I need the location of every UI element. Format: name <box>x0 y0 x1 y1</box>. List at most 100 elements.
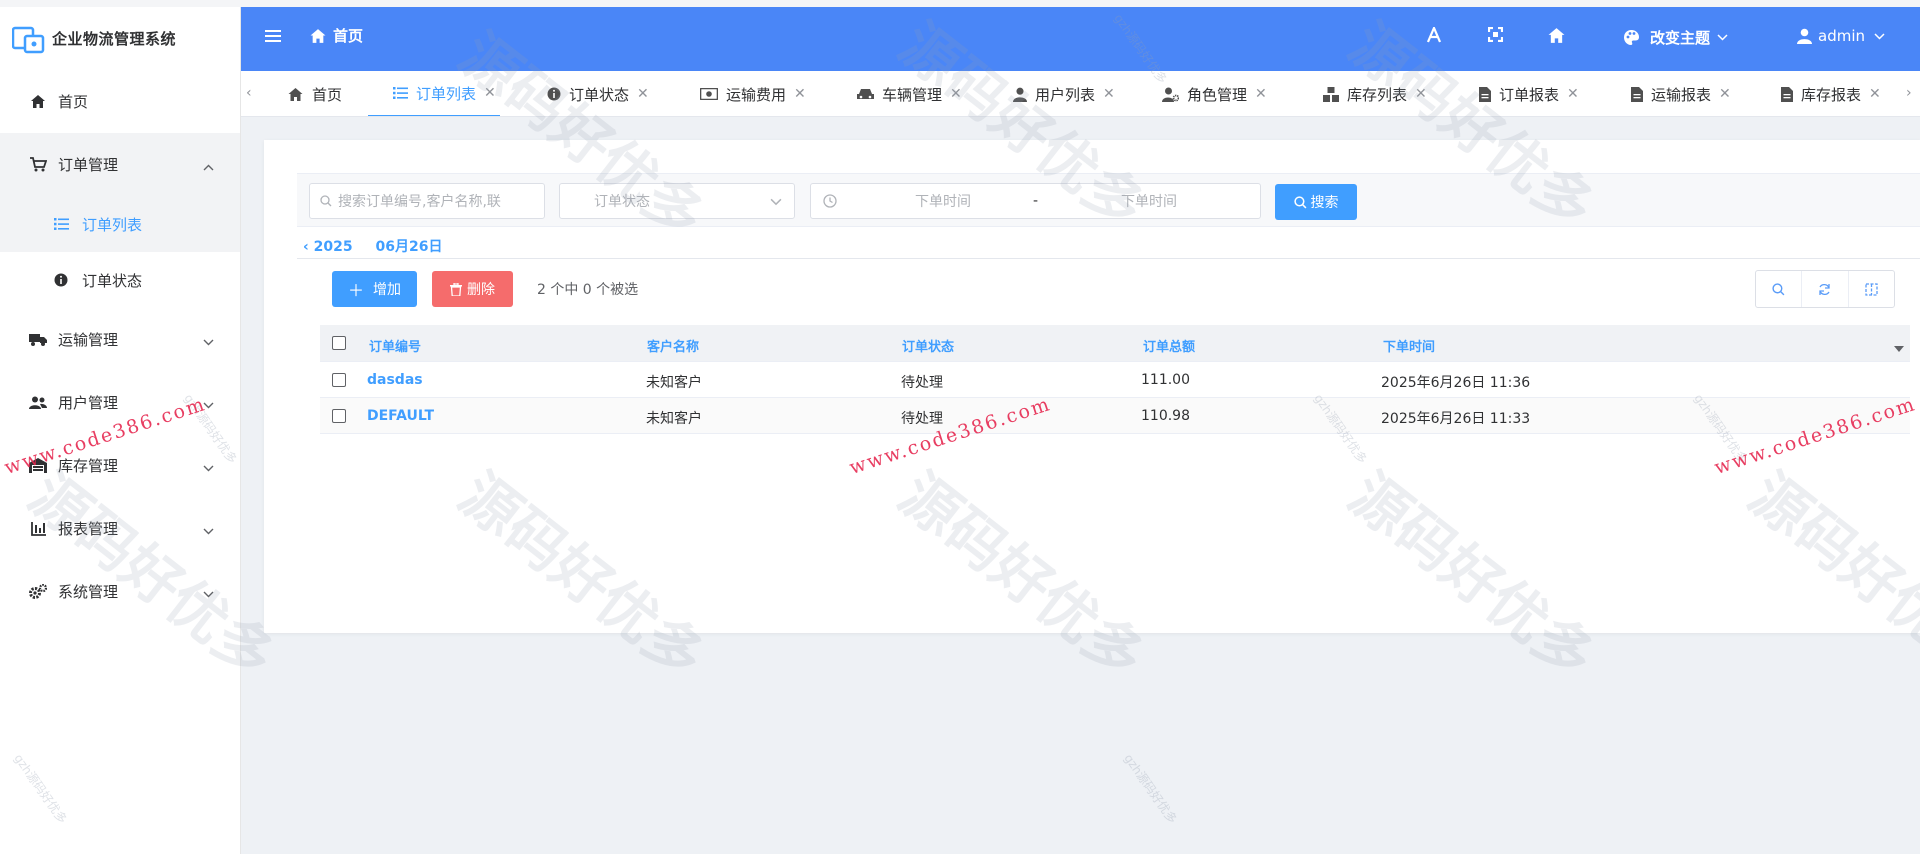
sidebar-item-system-management[interactable]: 系统管理 <box>0 560 240 623</box>
table-row[interactable]: dasdas 未知客户 待处理 111.00 2025年6月26日 11:36 <box>320 362 1910 398</box>
home-icon[interactable] <box>1547 27 1566 48</box>
sidebar-item-home[interactable]: 首页 <box>0 70 240 133</box>
close-icon[interactable]: ✕ <box>1255 86 1267 102</box>
home-icon <box>310 28 326 43</box>
chart-icon <box>28 521 48 536</box>
table-tools <box>1755 270 1895 308</box>
fullscreen-icon[interactable] <box>1487 26 1504 46</box>
sidebar-item-label: 首页 <box>58 93 89 111</box>
font-size-icon[interactable] <box>1426 25 1442 47</box>
date-nav-day[interactable]: 06月26日 <box>375 239 442 255</box>
delete-order-button[interactable]: 删除 <box>432 271 513 307</box>
order-no-link[interactable]: dasdas <box>367 372 423 388</box>
close-icon[interactable]: ✕ <box>1869 86 1881 102</box>
tab-transport-report[interactable]: 运输报表 ✕ <box>1631 71 1731 116</box>
table-row[interactable]: DEFAULT 未知客户 待处理 110.98 2025年6月26日 11:33 <box>320 398 1910 434</box>
app-logo[interactable]: 企业物流管理系统 <box>0 7 240 70</box>
theme-switcher[interactable]: 改变主题 <box>1623 27 1728 48</box>
select-all-checkbox[interactable] <box>332 336 346 350</box>
close-icon[interactable]: ✕ <box>950 86 962 102</box>
tabs-scroll-left-icon[interactable]: ‹ <box>246 85 252 101</box>
tab-role-management[interactable]: 角色管理 ✕ <box>1162 71 1267 116</box>
cogs-icon <box>28 584 48 599</box>
tab-user-list[interactable]: 用户列表 ✕ <box>1013 71 1115 116</box>
order-no-link[interactable]: DEFAULT <box>367 408 434 424</box>
search-toggle-button[interactable] <box>1756 271 1803 307</box>
total-cell: 110.98 <box>1141 408 1190 424</box>
sidebar-item-label: 订单管理 <box>58 156 119 174</box>
tab-inventory-report[interactable]: 库存报表 ✕ <box>1781 71 1881 116</box>
close-icon[interactable]: ✕ <box>1719 86 1731 102</box>
chevron-down-icon <box>203 332 214 350</box>
sidebar-item-order-management[interactable]: 订单管理 <box>0 133 240 196</box>
keyword-search-input[interactable]: 搜索订单编号,客户名称,联 <box>309 183 545 219</box>
sort-desc-icon[interactable] <box>1894 338 1904 356</box>
palette-icon <box>1624 30 1639 45</box>
user-cog-icon <box>1162 87 1179 102</box>
search-button[interactable]: 搜索 <box>1275 184 1357 220</box>
tab-label: 订单列表 <box>416 84 477 103</box>
chevron-down-icon <box>203 521 214 539</box>
order-date-range-picker[interactable]: 下单时间 - 下单时间 <box>810 183 1261 219</box>
column-header-order-time[interactable]: 下单时间 <box>1383 336 1435 355</box>
divider <box>297 258 1920 259</box>
date-nav-year[interactable]: ‹ 2025 <box>303 239 353 255</box>
date-start-placeholder: 下单时间 <box>915 194 971 210</box>
tab-vehicle-management[interactable]: 车辆管理 ✕ <box>857 71 962 116</box>
breadcrumb-label: 首页 <box>333 27 364 45</box>
add-button-label: 增加 <box>373 282 401 298</box>
sidebar-item-label: 用户管理 <box>58 394 119 412</box>
sidebar-item-inventory-management[interactable]: 库存管理 <box>0 434 240 497</box>
add-order-button[interactable]: ＋ 增加 <box>332 271 417 307</box>
user-avatar-icon <box>1797 28 1812 44</box>
hamburger-menu-icon[interactable] <box>265 29 281 47</box>
car-icon <box>857 88 874 101</box>
warehouse-icon <box>28 458 48 473</box>
column-header-status[interactable]: 订单状态 <box>902 336 954 355</box>
list-icon <box>393 87 408 99</box>
sidebar-item-transport-management[interactable]: 运输管理 <box>0 308 240 371</box>
tabs-scroll-right-icon[interactable]: › <box>1906 85 1912 101</box>
tab-order-list[interactable]: 订单列表 ✕ <box>368 71 500 116</box>
close-icon[interactable]: ✕ <box>637 86 649 102</box>
chevron-down-icon <box>203 458 214 476</box>
refresh-button[interactable] <box>1802 271 1849 307</box>
tab-home[interactable]: 首页 <box>287 71 343 116</box>
order-time-cell: 2025年6月26日 11:36 <box>1381 375 1531 391</box>
file-icon <box>1479 86 1491 102</box>
close-icon[interactable]: ✕ <box>794 86 806 102</box>
file-icon <box>1631 86 1643 102</box>
sidebar-subitem-order-status[interactable]: 订单状态 <box>0 252 240 308</box>
sidebar-item-report-management[interactable]: 报表管理 <box>0 497 240 560</box>
sidebar-item-label: 运输管理 <box>58 331 119 349</box>
columns-toggle-button[interactable] <box>1849 271 1894 307</box>
row-checkbox[interactable] <box>332 373 346 387</box>
tab-transport-cost[interactable]: 运输费用 ✕ <box>700 71 806 116</box>
column-header-customer[interactable]: 客户名称 <box>647 336 699 355</box>
close-icon[interactable]: ✕ <box>1415 86 1427 102</box>
sidebar-subitem-label: 订单列表 <box>82 215 143 234</box>
tab-inventory-list[interactable]: 库存列表 ✕ <box>1323 71 1427 116</box>
close-icon[interactable]: ✕ <box>484 85 496 101</box>
row-checkbox[interactable] <box>332 409 346 423</box>
sidebar-subitem-order-list[interactable]: 订单列表 <box>0 196 240 252</box>
tabs-bar: ‹ 首页 订单列表 ✕ 订单状态 ✕ 运输费用 ✕ 车辆管理 ✕ 用户列表 ✕ … <box>241 71 1920 117</box>
column-header-total[interactable]: 订单总额 <box>1143 336 1195 355</box>
money-icon <box>700 88 718 100</box>
user-icon <box>1013 87 1027 102</box>
close-icon[interactable]: ✕ <box>1103 86 1115 102</box>
order-status-select[interactable]: 订单状态 <box>559 183 795 219</box>
close-icon[interactable]: ✕ <box>1567 86 1579 102</box>
user-menu[interactable]: admin <box>1797 27 1885 45</box>
column-header-order-no[interactable]: 订单编号 <box>369 336 421 355</box>
sidebar-item-user-management[interactable]: 用户管理 <box>0 371 240 434</box>
chevron-down-icon <box>770 198 782 206</box>
order-time-cell: 2025年6月26日 11:33 <box>1381 411 1531 427</box>
clock-icon <box>823 194 837 208</box>
breadcrumb[interactable]: 首页 <box>309 25 363 46</box>
date-range-separator: - <box>1033 193 1039 209</box>
selection-info: 2 个中 0 个被选 <box>537 282 639 298</box>
tab-label: 首页 <box>312 85 343 104</box>
tab-order-report[interactable]: 订单报表 ✕ <box>1479 71 1579 116</box>
tab-order-status[interactable]: 订单状态 ✕ <box>547 71 649 116</box>
